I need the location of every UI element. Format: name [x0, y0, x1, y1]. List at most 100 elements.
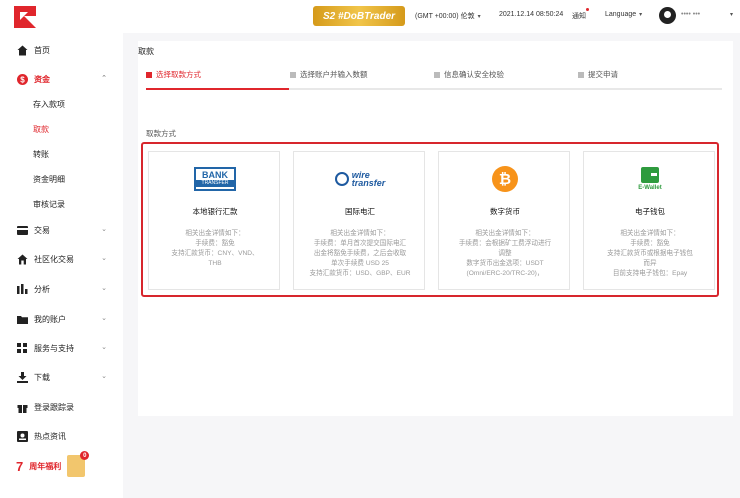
gift-badge: 0 [80, 451, 90, 460]
section-label: 取款方式 [146, 129, 176, 138]
method-name: 数字货币 [490, 207, 520, 216]
language-label: Language [605, 11, 637, 18]
nav-news-label: 热点资讯 [34, 431, 66, 441]
anniversary-promo[interactable]: 7 周年福利 0 [16, 451, 90, 477]
method-name: 国际电汇 [345, 207, 375, 216]
nav-social-label: 社区化交易 [34, 254, 74, 264]
wallet-icon [640, 167, 659, 183]
desc-line: 支持汇款货币或根据电子钱包 [607, 250, 693, 257]
desc-line: 相关出金详情如下： [620, 230, 680, 237]
gift-icon [16, 401, 28, 413]
nav-login-record[interactable]: 登录跟踪录 [0, 396, 123, 418]
nav-home-label: 首页 [34, 45, 50, 55]
step-2: 选择账户并输入数额 [290, 69, 368, 80]
download-icon [16, 371, 28, 383]
chevron-down-icon: ⌄ [101, 255, 107, 262]
anniversary-label: 周年福利 [29, 461, 62, 471]
nav-account[interactable]: 我的账户 ⌄ [0, 308, 123, 330]
promo-banner[interactable]: S2 #DoBTrader [313, 6, 405, 26]
sub-audit-records[interactable]: 审核记录 [33, 196, 65, 212]
withdraw-panel: 取款 选择取款方式 选择账户并输入数额 信息确认安全校验 提交申请 取款方式 B… [138, 41, 733, 416]
caret-down-icon: ▾ [639, 12, 643, 18]
method-card-ewallet[interactable]: E-Wallet 电子钱包 相关出金详情如下： 手续费：豁免 支持汇款货币或根据… [583, 151, 715, 290]
notification-dot [586, 8, 589, 11]
language-selector[interactable]: Language ▾ [605, 11, 642, 18]
chevron-down-icon: ⌄ [101, 344, 107, 351]
method-desc: 相关出金详情如下： 手续费：会根据矿工费浮动进行 调整 数字货币出金选项：USD… [445, 229, 565, 279]
grid-icon [16, 342, 28, 354]
desc-line: 支持汇款货币：CNY、VND、 [171, 250, 259, 257]
nav-analysis-label: 分析 [34, 284, 50, 294]
nav-news[interactable]: 热点资讯 [0, 425, 123, 447]
method-name: 电子钱包 [635, 207, 665, 216]
nav-trade-label: 交易 [34, 225, 50, 235]
desc-line: 调整 [498, 250, 512, 257]
nav-social[interactable]: 社区化交易 ⌄ [0, 248, 123, 270]
nav-login-record-label: 登录跟踪录 [34, 402, 74, 412]
anniversary-number: 7 [16, 458, 24, 474]
step-marker-icon [290, 71, 296, 78]
step-marker-icon [578, 71, 584, 78]
desc-line: 支持汇款货币：USD、GBP、EUR [309, 270, 411, 277]
bank-transfer-icon: BANK TRANSFER [149, 165, 281, 193]
notification-button[interactable]: 通知 [572, 11, 586, 21]
sub-transfer[interactable]: 转账 [33, 146, 49, 162]
svg-text:$: $ [20, 75, 25, 84]
caret-down-icon: ▾ [477, 14, 481, 20]
bank-logo-text: BANK [202, 170, 228, 180]
avatar[interactable] [659, 7, 676, 24]
desc-line: 相关出金详情如下： [330, 230, 390, 237]
nav-analysis[interactable]: 分析 ⌄ [0, 278, 123, 300]
nav-trade[interactable]: 交易 ⌄ [0, 219, 123, 241]
sub-fund-details[interactable]: 资金明细 [33, 171, 65, 187]
nav-service[interactable]: 服务与支持 ⌄ [0, 337, 123, 359]
sub-deposit[interactable]: 存入款项 [33, 96, 65, 112]
chevron-down-icon: ⌄ [101, 373, 107, 380]
brand-logo[interactable] [14, 6, 36, 28]
nav-home[interactable]: 首页 [0, 39, 123, 61]
home-icon [16, 44, 28, 56]
chevron-down-icon: ⌄ [101, 315, 107, 322]
nav-funds-label: 资金 [34, 74, 50, 84]
username[interactable]: •••• ••• [681, 11, 700, 18]
method-desc: 相关出金详情如下： 手续费：豁免 支持汇款货币或根据电子钱包 而异 目前支持电子… [590, 229, 710, 279]
step-progress-bar [146, 88, 722, 90]
step-1: 选择取款方式 [146, 69, 201, 80]
step-marker-icon [146, 71, 152, 78]
news-icon [16, 430, 28, 442]
desc-line: 数字货币出金选项：USDT [466, 260, 544, 267]
bar-chart-icon [16, 283, 28, 295]
gift-box-icon: 0 [67, 451, 90, 477]
desc-line: 手续费：单月首次提交国际电汇 [313, 240, 407, 247]
step-1-label: 选择取款方式 [156, 70, 201, 79]
nav-download-label: 下载 [34, 372, 50, 382]
user-menu-caret-icon[interactable]: ▾ [727, 11, 733, 18]
wire-transfer-icon: wire transfer [294, 165, 426, 193]
page-title: 取款 [138, 47, 154, 56]
method-desc: 相关出金详情如下： 手续费：豁免 支持汇款货币：CNY、VND、 THB [155, 229, 275, 269]
method-card-bank[interactable]: BANK TRANSFER 本地银行汇款 相关出金详情如下： 手续费：豁免 支持汇… [148, 151, 280, 290]
desc-line: 而异 [643, 260, 657, 267]
step-2-label: 选择账户并输入数额 [300, 70, 368, 79]
nav-funds[interactable]: $ 资金 ⌃ [0, 68, 123, 90]
desc-line: 手续费：会根据矿工费浮动进行 [458, 240, 552, 247]
ewallet-logo-text: E-Wallet [638, 185, 662, 191]
top-bar: S2 #DoBTrader (GMT +00:00) 伦敦 ▾ 2021.12.1… [123, 0, 740, 33]
timezone-selector[interactable]: (GMT +00:00) 伦敦 ▾ [415, 11, 481, 21]
step-indicator: 选择取款方式 选择账户并输入数额 信息确认安全校验 提交申请 [146, 69, 722, 89]
method-card-wire[interactable]: wire transfer 国际电汇 相关出金详情如下： 手续费：单月首次提交国际… [293, 151, 425, 290]
method-card-crypto[interactable]: ₿ 数字货币 相关出金详情如下： 手续费：会根据矿工费浮动进行 调整 数字货币出… [438, 151, 570, 290]
chevron-down-icon: ⌄ [101, 285, 107, 292]
nav-download[interactable]: 下载 ⌄ [0, 366, 123, 388]
folder-icon [16, 313, 28, 325]
step-4-label: 提交申请 [588, 70, 618, 79]
globe-icon [334, 172, 349, 186]
step-3-label: 信息确认安全校验 [444, 70, 504, 79]
timezone-label: (GMT +00:00) 伦敦 [415, 13, 475, 20]
bitcoin-logo-text: ₿ [492, 166, 518, 192]
e-wallet-icon: E-Wallet [584, 165, 716, 193]
sidebar: 首页 $ 资金 ⌃ 存入款项 取款 转账 资金明细 审核记录 交易 ⌄ 社区化交… [0, 0, 123, 498]
bank-logo-subtext: TRANSFER [196, 180, 234, 187]
sub-withdraw[interactable]: 取款 [33, 121, 49, 137]
nav-account-label: 我的账户 [34, 314, 66, 324]
